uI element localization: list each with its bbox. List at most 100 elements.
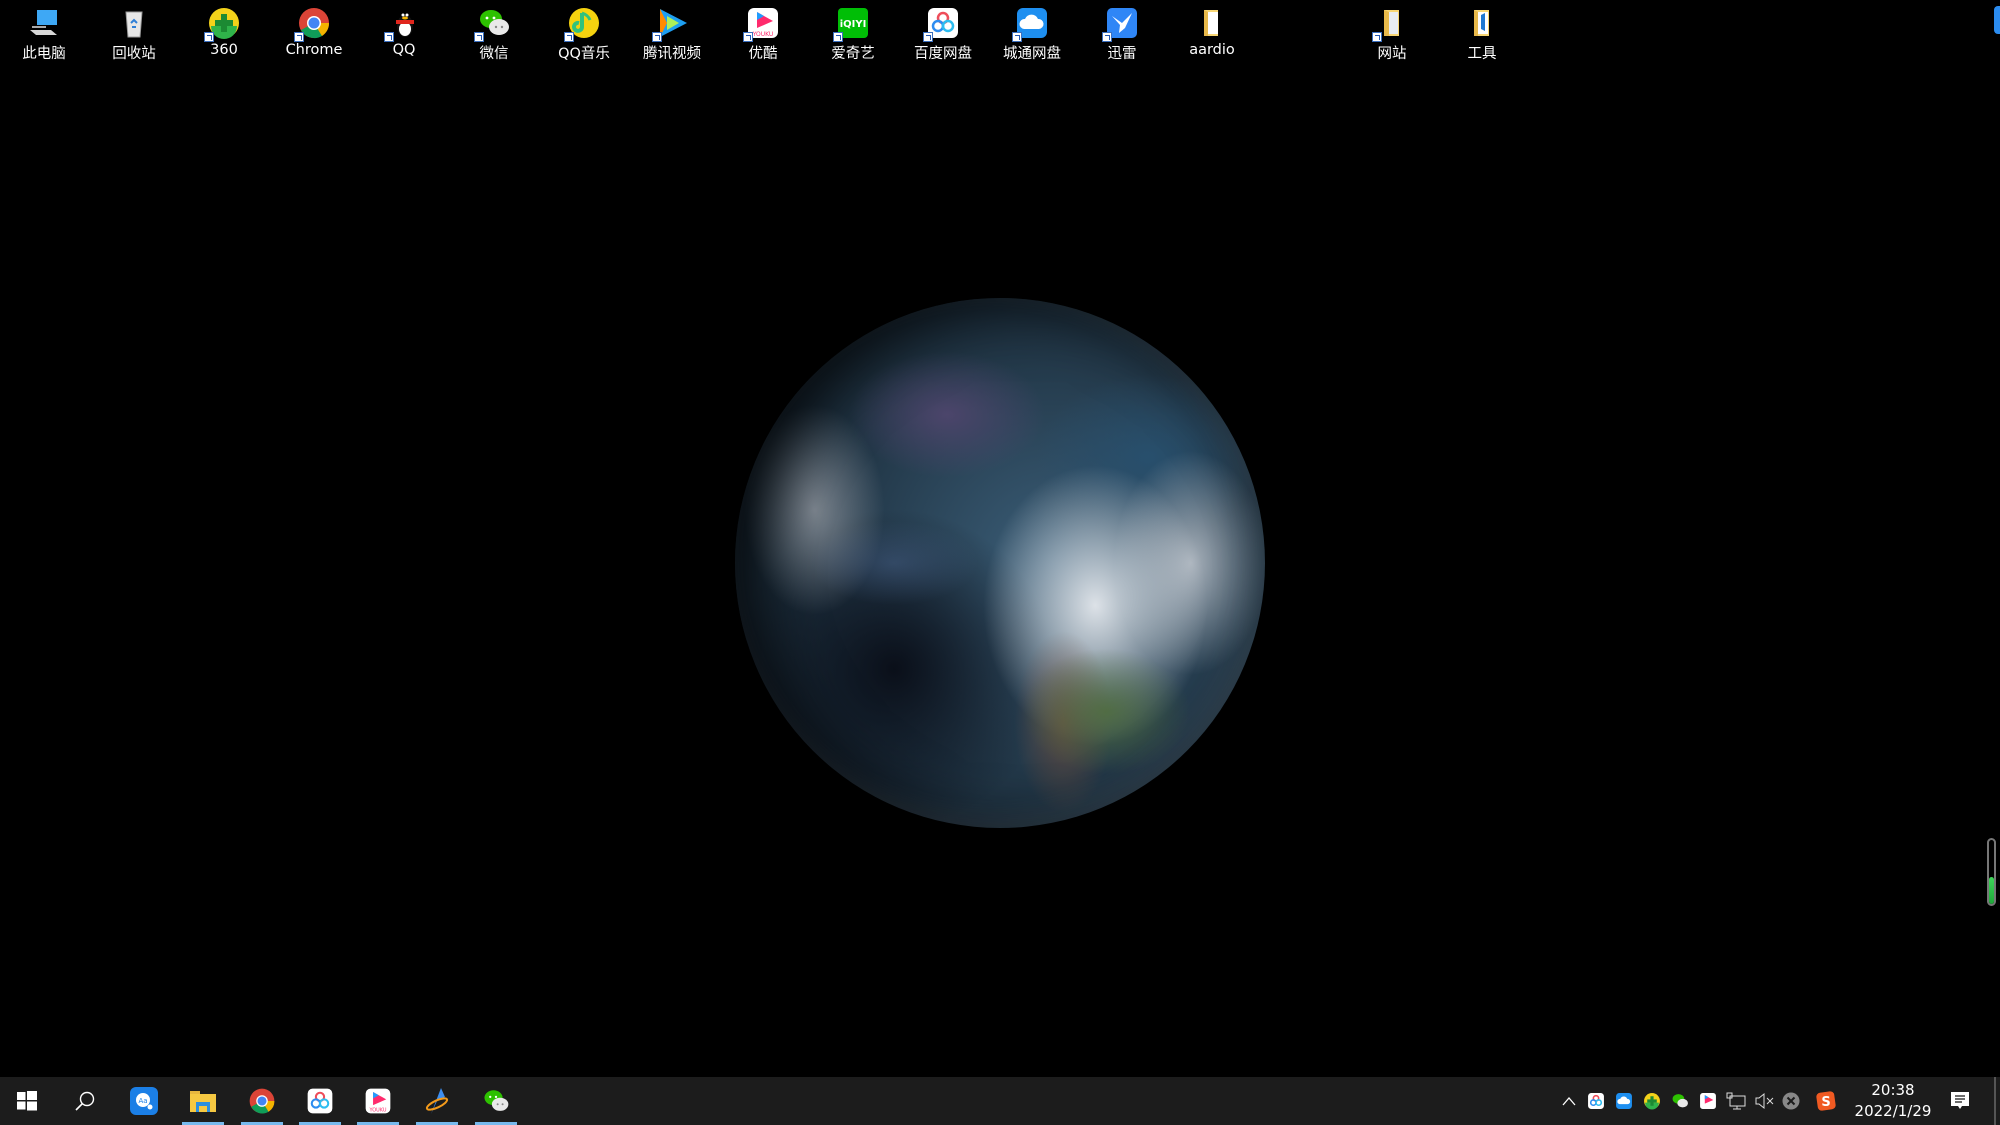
shortcut-arrow-icon — [384, 32, 394, 42]
tray-network[interactable] — [1726, 1091, 1746, 1111]
tray-wechat[interactable] — [1670, 1091, 1690, 1111]
taskbar-aardio[interactable] — [414, 1077, 460, 1125]
desktop-icon-label: 爱奇艺 — [831, 46, 875, 62]
tray-baidu-netdisk[interactable] — [1586, 1091, 1606, 1111]
iqiyi-icon: iQIYI — [833, 6, 870, 42]
desktop-icon-chrome[interactable]: Chrome — [270, 2, 358, 62]
sogou-input-icon: S — [1816, 1091, 1836, 1111]
desktop-icon-tools-folder[interactable]: 工具 — [1438, 2, 1526, 62]
taskbar-wechat[interactable] — [473, 1077, 519, 1125]
volume-muted-icon — [1755, 1092, 1774, 1110]
recycle-bin-icon — [117, 6, 151, 40]
desktop-icon-qq-music[interactable]: QQ音乐 — [540, 2, 628, 62]
desktop-icon-label: 腾讯视频 — [643, 46, 701, 62]
volume-level-fill — [1989, 877, 1994, 904]
desktop-icon-label: 优酷 — [748, 46, 778, 62]
desktop-icon-label: 百度网盘 — [914, 46, 972, 62]
xunlei-icon — [1102, 6, 1139, 42]
shortcut-arrow-icon — [204, 32, 214, 42]
wechat-icon — [484, 1090, 509, 1111]
desktop-icon-label: 迅雷 — [1107, 46, 1137, 62]
tray-youku[interactable] — [1698, 1091, 1718, 1111]
youku-icon: YOUKU — [743, 6, 780, 42]
shortcut-arrow-icon — [652, 32, 662, 42]
desktop-icon-tencent-video[interactable]: 腾讯视频 — [628, 2, 716, 62]
desktop-icon-label: QQ音乐 — [558, 46, 610, 62]
file-explorer-icon — [190, 1091, 216, 1112]
network-icon — [1726, 1092, 1746, 1110]
taskbar-dictionary-app[interactable]: Aa — [121, 1077, 167, 1125]
qq-penguin-icon — [384, 6, 421, 42]
clock-date: 2022/1/29 — [1854, 1102, 1932, 1120]
folder-icon — [1465, 6, 1499, 40]
desktop-icon-label: 回收站 — [112, 46, 156, 62]
tray-360-safe[interactable] — [1642, 1091, 1662, 1111]
shortcut-arrow-icon — [474, 32, 484, 42]
volume-level-meter[interactable] — [1987, 838, 1996, 906]
taskbar: Aa YOUKU S 20:38 2022/1/29 — [0, 1077, 2000, 1125]
svg-text:YOUKU: YOUKU — [369, 1108, 387, 1114]
desktop-icon-ctfile[interactable]: 城通网盘 — [988, 2, 1076, 62]
youku-icon — [1700, 1093, 1716, 1109]
taskbar-youku[interactable]: YOUKU — [355, 1077, 401, 1125]
taskbar-clock[interactable]: 20:38 2022/1/29 — [1848, 1080, 1938, 1122]
desktop-icon-baidu-netdisk[interactable]: 百度网盘 — [899, 2, 987, 62]
desktop-icon-label: 此电脑 — [22, 46, 66, 62]
tray-ctfile[interactable] — [1614, 1091, 1634, 1111]
desktop-icon-this-pc[interactable]: 此电脑 — [0, 2, 88, 62]
show-hidden-icons-button[interactable] — [1559, 1091, 1579, 1111]
svg-text:iQIYI: iQIYI — [840, 19, 867, 30]
shortcut-arrow-icon — [833, 32, 843, 42]
wechat-icon — [1672, 1094, 1688, 1108]
tencent-video-icon — [652, 6, 689, 42]
shortcut-arrow-icon — [294, 32, 304, 42]
shortcut-arrow-icon — [1012, 32, 1022, 42]
360-safe-icon — [1644, 1093, 1660, 1110]
action-center-button[interactable] — [1937, 1077, 1983, 1125]
shortcut-arrow-icon — [923, 32, 933, 42]
baidu-netdisk-icon — [307, 1088, 333, 1114]
error-x-icon — [1782, 1092, 1800, 1110]
aardio-icon — [425, 1088, 449, 1114]
desktop-icon-label: 360 — [210, 42, 238, 58]
desktop-icon-label: 网站 — [1377, 46, 1407, 62]
desktop-icon-websites-folder[interactable]: 网站 — [1348, 2, 1436, 62]
edge-sidebar-tab[interactable] — [1994, 6, 2000, 34]
svg-text:Aa: Aa — [138, 1097, 147, 1105]
desktop-icon-label: QQ — [392, 42, 416, 58]
search-button[interactable] — [62, 1077, 108, 1125]
tray-volume[interactable] — [1754, 1091, 1774, 1111]
desktop-icon-qq[interactable]: QQ — [360, 2, 448, 62]
svg-text:S: S — [1821, 1095, 1830, 1110]
desktop-icon-label: aardio — [1189, 42, 1235, 58]
qq-music-icon — [564, 6, 601, 42]
taskbar-baidu-netdisk[interactable] — [297, 1077, 343, 1125]
svg-text:YOUKU: YOUKU — [752, 31, 774, 38]
tray-sogou-input[interactable]: S — [1816, 1091, 1836, 1111]
taskbar-file-explorer[interactable] — [180, 1077, 226, 1125]
chrome-icon — [249, 1088, 275, 1114]
chevron-up-icon — [1562, 1097, 1576, 1106]
search-icon — [75, 1091, 95, 1111]
chrome-icon — [294, 6, 331, 42]
this-pc-icon — [27, 6, 61, 40]
wechat-icon — [474, 6, 511, 42]
desktop-icon-youku[interactable]: YOUKU 优酷 — [719, 2, 807, 62]
desktop-icon-wechat[interactable]: 微信 — [450, 2, 538, 62]
desktop-icon-iqiyi[interactable]: iQIYI 爱奇艺 — [809, 2, 897, 62]
folder-icon — [1372, 6, 1409, 42]
desktop: 此电脑 回收站 360 Chrome QQ 微信 QQ音乐 腾讯视频 YOUKU… — [0, 0, 2000, 1077]
shortcut-arrow-icon — [743, 32, 753, 42]
desktop-icon-xunlei[interactable]: 迅雷 — [1078, 2, 1166, 62]
desktop-icon-aardio[interactable]: aardio — [1168, 2, 1256, 62]
show-desktop-button[interactable] — [1994, 1077, 1996, 1125]
ctfile-cloud-icon — [1616, 1093, 1632, 1109]
tray-error-status[interactable] — [1781, 1091, 1801, 1111]
baidu-netdisk-icon — [1588, 1093, 1604, 1109]
windows-start-icon — [17, 1091, 37, 1111]
desktop-icon-recycle-bin[interactable]: 回收站 — [90, 2, 178, 62]
clock-time: 20:38 — [1871, 1081, 1915, 1099]
start-button[interactable] — [4, 1077, 50, 1125]
desktop-icon-360[interactable]: 360 — [180, 2, 268, 62]
taskbar-chrome[interactable] — [239, 1077, 285, 1125]
